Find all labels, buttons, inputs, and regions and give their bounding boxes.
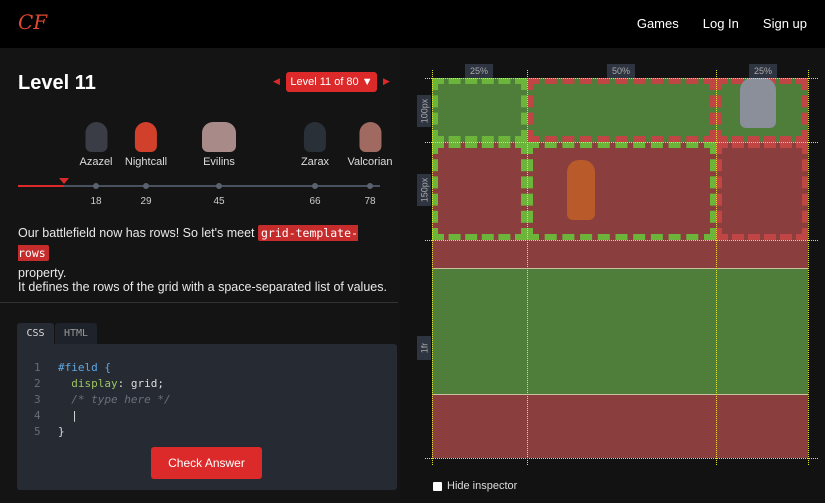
- skull-enemy-sprite: [740, 78, 776, 128]
- enemy-name: Azazel: [79, 156, 113, 168]
- grid-line: [425, 458, 818, 459]
- milestone-level: 78: [364, 196, 376, 207]
- enemy-name: Zarax: [300, 156, 330, 168]
- enemy-avatar: [135, 122, 157, 152]
- level-progress-fill: [18, 185, 64, 187]
- milestone-level: 66: [309, 196, 321, 207]
- divider: [0, 302, 398, 303]
- code-property: display: [71, 377, 118, 390]
- prev-level-icon[interactable]: ◀: [273, 76, 280, 87]
- current-level-marker: [59, 178, 69, 184]
- milestone-level: 29: [140, 196, 152, 207]
- milestone-dot[interactable]: [216, 183, 222, 189]
- enemy-evilins[interactable]: Evilins: [202, 122, 236, 168]
- enemy-avatar: [358, 122, 381, 152]
- column-size-label: 25%: [465, 64, 494, 78]
- level-title: Level 11: [18, 72, 96, 94]
- target-cell-wrong: [527, 78, 716, 142]
- text: Our battlefield now has rows! So let's m…: [18, 226, 258, 240]
- milestone-dot[interactable]: [367, 183, 373, 189]
- enemy-avatar: [202, 122, 236, 152]
- instruction-paragraph: It defines the rows of the grid with a s…: [18, 280, 387, 294]
- enemy-name: Nightcall: [124, 156, 168, 168]
- enemy-valcorian[interactable]: Valcorian: [347, 122, 393, 168]
- line-number: 3: [34, 393, 41, 406]
- code-placeholder[interactable]: /* type here */: [71, 393, 170, 406]
- tab-html[interactable]: HTML: [55, 323, 97, 344]
- target-cell-correct: [432, 142, 527, 240]
- row-size-text: 150px: [419, 177, 429, 203]
- next-level-icon[interactable]: ▶: [383, 76, 390, 87]
- target-cell-correct: [527, 142, 716, 240]
- code-line: }: [58, 425, 65, 438]
- row-size-label: 150px: [417, 174, 431, 206]
- check-answer-button[interactable]: Check Answer: [151, 447, 262, 479]
- hide-inspector-toggle[interactable]: Hide inspector: [433, 480, 517, 492]
- nav-signup[interactable]: Sign up: [763, 16, 807, 31]
- line-number: 5: [34, 425, 41, 438]
- line-number: 4: [34, 409, 41, 422]
- field-band-green: [432, 268, 808, 394]
- milestone-dot[interactable]: [143, 183, 149, 189]
- milestone-dot[interactable]: [93, 183, 99, 189]
- hide-inspector-label: Hide inspector: [447, 480, 518, 492]
- milestone-dot[interactable]: [312, 183, 318, 189]
- grid-line: [425, 240, 818, 241]
- grid-line: [716, 70, 717, 465]
- nav-login[interactable]: Log In: [703, 16, 739, 31]
- hide-inspector-checkbox[interactable]: [433, 481, 442, 491]
- row-size-label: 1fr: [417, 336, 431, 360]
- milestone-level: 45: [213, 196, 225, 207]
- column-size-label: 50%: [607, 64, 636, 78]
- nav-games[interactable]: Games: [637, 16, 679, 31]
- top-nav: CF Games Log In Sign up: [0, 0, 825, 48]
- target-cell-wrong: [716, 142, 808, 240]
- logo[interactable]: CF: [18, 10, 47, 34]
- battlefield: [432, 78, 808, 458]
- hero-sprite: [567, 160, 595, 220]
- field-band-red: [432, 394, 808, 458]
- level-selector[interactable]: Level 11 of 80 ▼: [286, 72, 377, 92]
- grid-line: [527, 70, 528, 465]
- column-size-label: 25%: [749, 64, 778, 78]
- grid-line: [432, 70, 433, 465]
- grid-line: [808, 70, 809, 465]
- enemy-azazel[interactable]: Azazel: [79, 122, 113, 168]
- text-cursor: |: [71, 409, 78, 422]
- milestone-level: 18: [90, 196, 102, 207]
- enemy-avatar: [304, 122, 326, 152]
- code-value: : grid;: [117, 377, 164, 390]
- row-size-text: 1fr: [418, 342, 429, 354]
- row-size-label: 100px: [417, 95, 431, 127]
- enemy-name: Evilins: [203, 156, 235, 168]
- instruction-paragraph: Our battlefield now has rows! So let's m…: [18, 223, 388, 283]
- enemy-name: Valcorian: [347, 156, 393, 168]
- line-number: 2: [34, 377, 41, 390]
- enemy-nightcall[interactable]: Nightcall: [125, 122, 167, 168]
- line-number: 1: [34, 361, 41, 374]
- row-size-text: 100px: [419, 98, 429, 124]
- grid-line: [425, 142, 818, 143]
- enemy-avatar: [85, 122, 107, 152]
- grid-line: [425, 78, 818, 79]
- enemy-zarax[interactable]: Zarax: [301, 122, 329, 168]
- level-progress-track: [18, 185, 380, 187]
- target-cell-correct: [432, 78, 527, 142]
- tab-css[interactable]: CSS: [17, 323, 54, 344]
- code-line: #field {: [58, 361, 111, 374]
